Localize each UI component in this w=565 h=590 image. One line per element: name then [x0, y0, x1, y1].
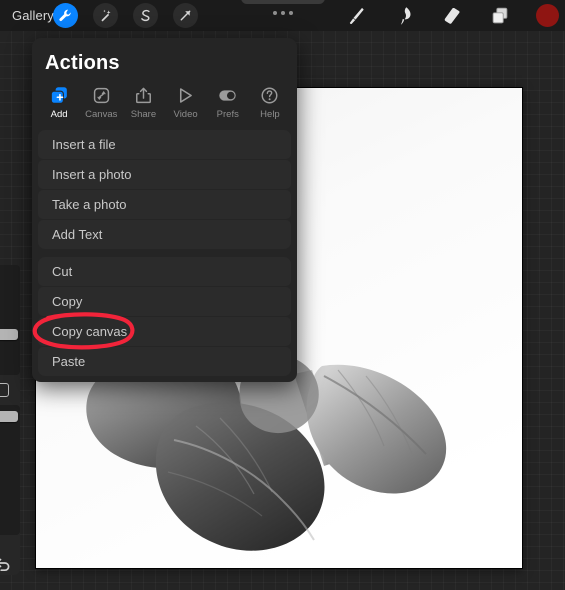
brush-sidebar — [0, 265, 20, 575]
menu-item-label: Copy — [52, 294, 83, 309]
menu-item-take-a-photo[interactable]: Take a photo — [38, 190, 291, 219]
tab-help-label: Help — [260, 109, 280, 120]
menu-item-label: Copy canvas — [52, 324, 128, 339]
status-notch — [240, 0, 325, 4]
tab-add-label: Add — [50, 109, 68, 120]
menu-item-label: Add Text — [52, 227, 103, 242]
brush-opacity-knob[interactable] — [0, 411, 18, 422]
modify-button[interactable] — [0, 383, 9, 397]
tab-video[interactable]: Video — [165, 85, 207, 120]
magic-wand-icon — [101, 9, 111, 22]
procreate-app: Gallery Actions Add Canvas Share Video P… — [0, 0, 565, 590]
add-icon — [50, 85, 69, 105]
smudge-icon — [400, 6, 411, 25]
tab-video-label: Video — [173, 109, 198, 120]
undo-icon — [0, 558, 9, 571]
actions-panel: Actions Add Canvas Share Video Prefs Hel… — [32, 38, 297, 382]
menu-item-label: Take a photo — [52, 197, 127, 212]
transform-tool-button[interactable] — [173, 3, 198, 28]
brush-size-slider[interactable] — [0, 265, 20, 375]
menu-group-insert: Insert a file Insert a photo Take a phot… — [32, 130, 297, 249]
tab-share-label: Share — [130, 109, 157, 120]
tab-canvas[interactable]: Canvas — [80, 85, 122, 120]
video-icon — [176, 85, 195, 105]
layers-icon — [492, 7, 508, 23]
tab-add[interactable]: Add — [38, 85, 80, 120]
tab-help[interactable]: Help — [249, 85, 291, 120]
gallery-label: Gallery — [12, 8, 54, 23]
tab-canvas-label: Canvas — [85, 109, 118, 120]
menu-item-insert-a-file[interactable]: Insert a file — [38, 130, 291, 159]
canvas-icon — [92, 85, 111, 105]
overflow-dots-icon[interactable] — [272, 11, 293, 15]
tab-prefs-label: Prefs — [216, 109, 239, 120]
undo-button[interactable] — [0, 553, 16, 575]
brush-opacity-slider[interactable] — [0, 405, 20, 535]
smudge-tool-button[interactable] — [391, 3, 417, 28]
paint-tool-button[interactable] — [343, 3, 369, 28]
paint-brush-icon — [349, 7, 364, 24]
menu-item-label: Insert a photo — [52, 167, 132, 182]
menu-item-label: Paste — [52, 354, 86, 369]
share-icon — [134, 85, 153, 105]
adjustments-tool-button[interactable] — [93, 3, 118, 28]
wrench-icon — [59, 9, 71, 22]
menu-item-cut[interactable]: Cut — [38, 257, 291, 286]
panel-title: Actions — [45, 52, 120, 74]
menu-item-insert-a-photo[interactable]: Insert a photo — [38, 160, 291, 189]
brush-size-knob[interactable] — [0, 329, 18, 340]
s-curve-icon — [141, 9, 150, 22]
arrow-icon — [180, 10, 191, 21]
tab-prefs[interactable]: Prefs — [207, 85, 249, 120]
top-toolbar: Gallery — [0, 0, 565, 31]
tab-share[interactable]: Share — [122, 85, 164, 120]
panel-tabs: Add Canvas Share Video Prefs Help — [32, 85, 297, 130]
menu-item-paste[interactable]: Paste — [38, 347, 291, 376]
actions-tool-button[interactable] — [53, 3, 78, 28]
menu-group-clipboard: Cut Copy Copy canvas Paste — [32, 257, 297, 376]
menu-item-label: Cut — [52, 264, 73, 279]
eraser-icon — [444, 7, 460, 24]
color-swatch-button[interactable] — [536, 4, 559, 27]
layers-tool-button[interactable] — [487, 3, 513, 28]
menu-item-copy-canvas[interactable]: Copy canvas — [38, 317, 291, 346]
eraser-tool-button[interactable] — [439, 3, 465, 28]
gallery-button[interactable]: Gallery — [6, 5, 60, 26]
menu-item-label: Insert a file — [52, 137, 116, 152]
menu-item-add-text[interactable]: Add Text — [38, 220, 291, 249]
help-icon — [260, 85, 279, 105]
selection-tool-button[interactable] — [133, 3, 158, 28]
prefs-icon — [217, 85, 238, 105]
menu-item-copy[interactable]: Copy — [38, 287, 291, 316]
